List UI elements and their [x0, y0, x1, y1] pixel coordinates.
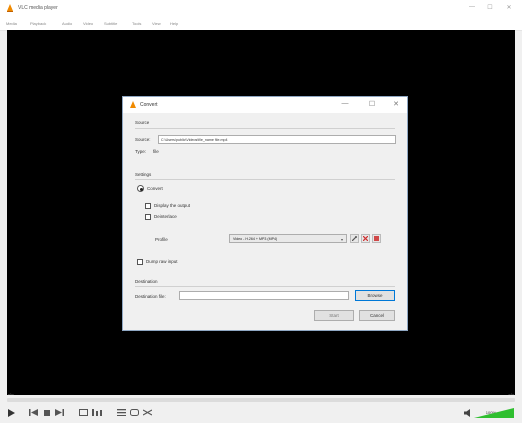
vlc-cone-icon: [130, 101, 136, 108]
dump-raw-label: Dump raw input: [146, 259, 178, 264]
close-button[interactable]: ✕: [503, 4, 515, 11]
stop-icon: [43, 409, 50, 416]
convert-radio[interactable]: [137, 185, 144, 192]
shuffle-button[interactable]: [142, 408, 152, 417]
start-button[interactable]: Start: [314, 310, 354, 321]
source-label: Source:: [135, 137, 151, 142]
dialog-title: Convert: [140, 102, 158, 108]
extended-settings-button[interactable]: [91, 408, 103, 417]
speaker-icon[interactable]: [464, 409, 472, 418]
divider: [135, 286, 395, 287]
vlc-cone-icon: [7, 4, 13, 12]
chevron-down-icon: ▾: [340, 237, 343, 242]
convert-dialog: Convert — ☐ ✕ Source Source: C:\Users\pu…: [122, 96, 408, 331]
destination-section-label: Destination: [135, 279, 158, 284]
stop-button[interactable]: [42, 408, 51, 417]
menu-video[interactable]: Video: [83, 21, 93, 26]
previous-button[interactable]: [28, 408, 38, 417]
dialog-title-bar: Convert — ☐ ✕: [123, 97, 407, 113]
fullscreen-icon: [78, 409, 88, 416]
maximize-button[interactable]: ☐: [484, 4, 496, 11]
profile-select[interactable]: Video - H.264 + MP3 (MP4) ▾: [229, 234, 347, 243]
controls-bar: 100%: [0, 402, 522, 423]
display-output-checkbox[interactable]: [145, 203, 151, 209]
deinterlace-checkbox[interactable]: [145, 214, 151, 220]
destination-file-input[interactable]: [179, 291, 349, 300]
playlist-icon: [116, 409, 126, 416]
display-output-label: Display the output: [154, 203, 191, 208]
play-icon: [8, 408, 15, 417]
browse-button[interactable]: Browse: [355, 290, 395, 301]
volume-slider[interactable]: [474, 408, 514, 418]
menu-media[interactable]: Media: [6, 21, 17, 26]
playlist-button[interactable]: [116, 408, 126, 417]
divider: [135, 179, 395, 180]
time-elapsed: --:--: [8, 392, 14, 396]
next-button[interactable]: [54, 408, 64, 417]
dialog-close-button[interactable]: ✕: [390, 100, 402, 108]
edit-profile-button[interactable]: [350, 234, 359, 243]
deinterlace-label: Deinterlace: [154, 214, 177, 219]
previous-icon: [28, 409, 38, 416]
dump-raw-checkbox[interactable]: [137, 259, 143, 265]
delete-icon: [363, 236, 368, 241]
wrench-icon: [352, 236, 357, 241]
convert-radio-label: Convert: [147, 186, 163, 191]
settings-section-label: Settings: [135, 172, 152, 177]
dialog-maximize-button[interactable]: ☐: [366, 100, 378, 108]
menu-tools[interactable]: Tools: [132, 21, 141, 26]
menu-subtitle[interactable]: Subtitle: [104, 21, 117, 26]
source-field[interactable]: C:\Users\public\Videos\file_name file.mp…: [158, 135, 396, 144]
fullscreen-button[interactable]: [78, 408, 88, 417]
source-section-label: Source: [135, 120, 150, 125]
next-icon: [54, 409, 64, 416]
shuffle-icon: [142, 409, 152, 416]
type-value: file: [153, 149, 159, 154]
cancel-button[interactable]: Cancel: [359, 310, 395, 321]
loop-button[interactable]: [129, 408, 139, 417]
dialog-minimize-button[interactable]: —: [339, 100, 351, 107]
title-bar: VLC media player — ☐ ✕: [0, 0, 522, 18]
menu-playback[interactable]: Playback: [30, 21, 46, 26]
menu-audio[interactable]: Audio: [62, 21, 72, 26]
menu-help[interactable]: Help: [170, 21, 178, 26]
window-title: VLC media player: [18, 5, 58, 11]
divider: [135, 128, 395, 129]
profile-label: Profile: [155, 237, 168, 242]
type-label: Type:: [135, 149, 147, 154]
time-total: --:--: [508, 392, 514, 396]
loop-icon: [129, 409, 139, 416]
destination-label: Destination file:: [135, 294, 166, 299]
new-profile-icon: [374, 236, 379, 241]
new-profile-button[interactable]: [372, 234, 381, 243]
delete-profile-button[interactable]: [361, 234, 370, 243]
volume-fill: [474, 408, 514, 418]
play-button[interactable]: [7, 408, 16, 417]
equalizer-icon: [92, 409, 102, 416]
minimize-button[interactable]: —: [466, 4, 478, 10]
menu-view[interactable]: View: [152, 21, 161, 26]
profile-select-value: Video - H.264 + MP3 (MP4): [233, 237, 278, 241]
